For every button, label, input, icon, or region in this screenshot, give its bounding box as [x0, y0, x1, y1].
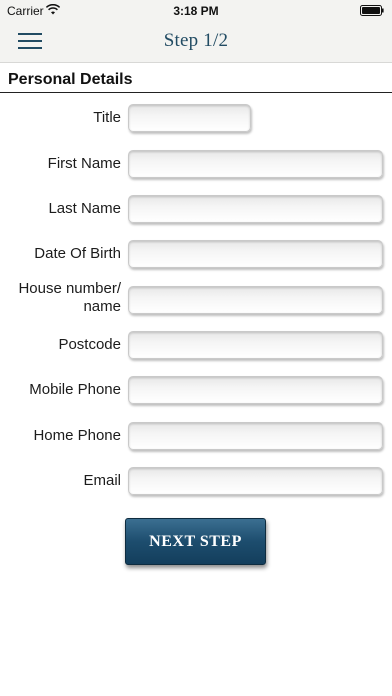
- form-row-date-of-birth: Date Of Birth: [0, 240, 392, 270]
- battery-icon: [360, 5, 384, 16]
- date-of-birth-field[interactable]: [128, 240, 383, 268]
- form-row-mobile-phone: Mobile Phone: [0, 376, 392, 406]
- status-bar: Carrier 3:18 PM: [0, 0, 392, 22]
- form-row-house-number: House number/ name: [0, 280, 392, 316]
- title-label: Title: [93, 109, 121, 126]
- last-name-label: Last Name: [48, 200, 121, 217]
- mobile-phone-label: Mobile Phone: [29, 381, 121, 398]
- form-row-email: Email: [0, 467, 392, 497]
- house-number-label: House number/ name: [18, 280, 121, 315]
- mobile-phone-field[interactable]: [128, 376, 383, 404]
- screen: Carrier 3:18 PM Step 1/2 Personal Detail…: [0, 0, 392, 696]
- form-row-title: Title: [0, 104, 392, 134]
- email-label: Email: [83, 472, 121, 489]
- form-row-first-name: First Name: [0, 150, 392, 180]
- first-name-field[interactable]: [128, 150, 383, 178]
- postcode-label: Postcode: [58, 336, 121, 353]
- section-title: Personal Details: [8, 71, 133, 88]
- form-row-postcode: Postcode: [0, 331, 392, 361]
- section-header: Personal Details: [0, 70, 392, 93]
- form-row-home-phone: Home Phone: [0, 422, 392, 452]
- nav-bar: Step 1/2: [0, 22, 392, 63]
- home-phone-field[interactable]: [128, 422, 383, 450]
- page-title: Step 1/2: [163, 30, 229, 51]
- title-field[interactable]: [128, 104, 251, 132]
- status-time: 3:18 PM: [173, 4, 219, 18]
- email-field[interactable]: [128, 467, 383, 495]
- last-name-field[interactable]: [128, 195, 383, 223]
- next-step-button[interactable]: NEXT STEP: [125, 518, 266, 565]
- postcode-field[interactable]: [128, 331, 383, 359]
- first-name-label: First Name: [47, 155, 121, 172]
- house-number-field[interactable]: [128, 286, 383, 314]
- form-row-last-name: Last Name: [0, 195, 392, 225]
- home-phone-label: Home Phone: [33, 427, 121, 444]
- date-of-birth-label: Date Of Birth: [34, 245, 121, 262]
